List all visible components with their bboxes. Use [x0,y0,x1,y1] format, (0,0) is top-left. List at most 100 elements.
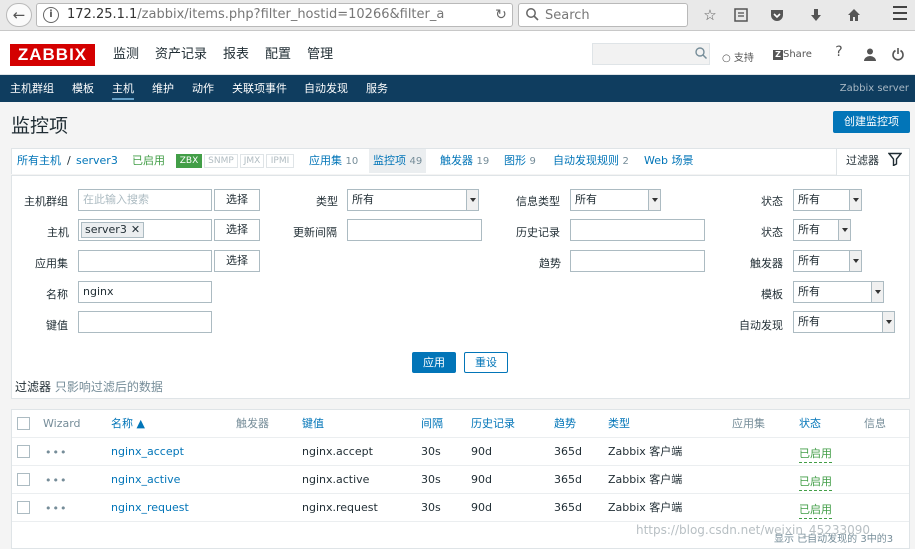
header-search-input[interactable] [592,43,710,65]
home-icon[interactable] [844,5,864,25]
template-select[interactable]: 所有 [793,281,884,303]
wizard-menu-icon[interactable]: ••• [45,474,67,487]
state-select[interactable]: 所有 [793,189,862,211]
subnav-discovery[interactable]: 自动发现 [304,75,348,102]
discovery-select[interactable]: 所有 [793,311,895,333]
menu-inventory[interactable]: 资产记录 [147,31,215,75]
update-interval-label: 更新间隔 [293,226,337,239]
subnav-maintenance[interactable]: 维护 [152,75,174,102]
item-name-link[interactable]: nginx_request [111,494,189,522]
applications-link[interactable]: 应用集 10 [309,149,358,173]
all-hosts-link[interactable]: 所有主机 [17,149,61,173]
search-icon[interactable] [694,46,708,60]
help-icon[interactable]: ? [829,44,849,64]
col-interval[interactable]: 间隔 [421,410,443,438]
type-select[interactable]: 所有 [347,189,479,211]
update-interval-input[interactable] [347,219,482,241]
reading-list-icon[interactable] [731,5,751,25]
application-input[interactable] [78,250,212,272]
url-text: 172.25.1.1/zabbix/items.php?filter_hosti… [67,7,445,22]
name-input[interactable]: nginx [78,281,212,303]
col-history[interactable]: 历史记录 [471,410,515,438]
item-name-link[interactable]: nginx_accept [111,438,184,466]
back-button[interactable]: ← [6,3,32,27]
host-status[interactable]: 已启用 [132,149,165,173]
info-type-select[interactable]: 所有 [570,189,661,211]
host-select-button[interactable]: 选择 [214,219,260,241]
server-name: Zabbix server [839,83,909,94]
application-select-button[interactable]: 选择 [214,250,260,272]
item-trends: 365d [554,501,582,514]
sign-out-icon[interactable] [888,44,908,64]
row-checkbox[interactable] [17,473,30,486]
subnav-actions[interactable]: 动作 [192,75,214,102]
reload-icon[interactable]: ↻ [493,7,509,23]
browser-search-input[interactable]: Search [518,3,688,27]
reset-button[interactable]: 重设 [464,352,508,373]
item-status-toggle[interactable]: 已启用 [799,497,832,519]
row-checkbox[interactable] [17,445,30,458]
wizard-menu-icon[interactable]: ••• [45,446,67,459]
host-group-input[interactable]: 在此输入搜索 [78,189,212,211]
info-icon[interactable]: i [43,7,59,23]
headset-icon: ○ [722,53,731,64]
item-key: nginx.accept [302,445,373,458]
menu-administration[interactable]: 管理 [299,31,341,75]
zbx-availability-badge: ZBX [176,154,202,168]
host-chip: server3 ✕ [81,222,145,238]
subnav-hosts[interactable]: 主机 [112,75,134,102]
address-bar[interactable]: i 172.25.1.1/zabbix/items.php?filter_hos… [36,3,513,27]
triggers-link[interactable]: 触发器 19 [440,149,489,173]
subnav-services[interactable]: 服务 [366,75,388,102]
pocket-icon[interactable] [767,5,787,25]
page-title: 监控项 [11,115,69,137]
col-status[interactable]: 状态 [799,410,821,438]
status-label: 状态 [761,226,783,239]
host-link[interactable]: server3 [76,149,118,173]
application-label: 应用集 [35,257,68,270]
download-icon[interactable] [806,5,826,25]
graphs-link[interactable]: 图形 9 [504,149,536,173]
host-group-label: 主机群组 [24,195,68,208]
host-group-select-button[interactable]: 选择 [214,189,260,211]
hamburger-menu-icon[interactable] [885,2,915,28]
row-checkbox[interactable] [17,501,30,514]
key-input[interactable] [78,311,212,333]
subnav-host-groups[interactable]: 主机群组 [10,75,54,102]
support-link[interactable]: ○ 支持 [722,49,754,64]
subnav-templates[interactable]: 模板 [72,75,94,102]
subnav-correlation[interactable]: 关联项事件 [232,75,287,102]
menu-configuration[interactable]: 配置 [257,31,299,75]
funnel-icon[interactable] [888,152,902,166]
items-link[interactable]: 监控项 49 [369,149,427,173]
item-interval: 30s [421,473,441,486]
col-wizard: Wizard [43,417,81,430]
item-status-toggle[interactable]: 已启用 [799,441,832,463]
status-select[interactable]: 所有 [793,219,851,241]
create-item-button[interactable]: 创建监控项 [833,111,910,133]
apply-button[interactable]: 应用 [412,352,456,373]
zabbix-logo[interactable]: ZABBIX [10,44,95,66]
menu-monitoring[interactable]: 监测 [105,31,147,75]
select-all-checkbox[interactable] [17,417,30,430]
item-history: 90d [471,445,492,458]
share-link[interactable]: Z Share [773,49,812,60]
trends-input[interactable] [570,250,705,272]
item-name-link[interactable]: nginx_active [111,466,180,494]
triggers-select[interactable]: 所有 [793,250,862,272]
col-trends[interactable]: 趋势 [554,410,576,438]
col-key[interactable]: 键值 [302,410,324,438]
history-input[interactable] [570,219,705,241]
ipmi-availability-badge: IPMI [266,154,294,168]
item-status-toggle[interactable]: 已启用 [799,469,832,491]
bookmark-star-icon[interactable]: ☆ [700,5,720,25]
web-scenarios-link[interactable]: Web 场景 [644,149,693,173]
user-profile-icon[interactable] [860,44,880,64]
menu-reports[interactable]: 报表 [215,31,257,75]
col-type[interactable]: 类型 [608,410,630,438]
wizard-menu-icon[interactable]: ••• [45,502,67,515]
remove-chip-icon[interactable]: ✕ [131,223,140,236]
discovery-rules-link[interactable]: 自动发现规则 2 [553,149,629,173]
col-info: 信息 [864,417,886,430]
col-name[interactable]: 名称 ▲ [111,410,145,438]
